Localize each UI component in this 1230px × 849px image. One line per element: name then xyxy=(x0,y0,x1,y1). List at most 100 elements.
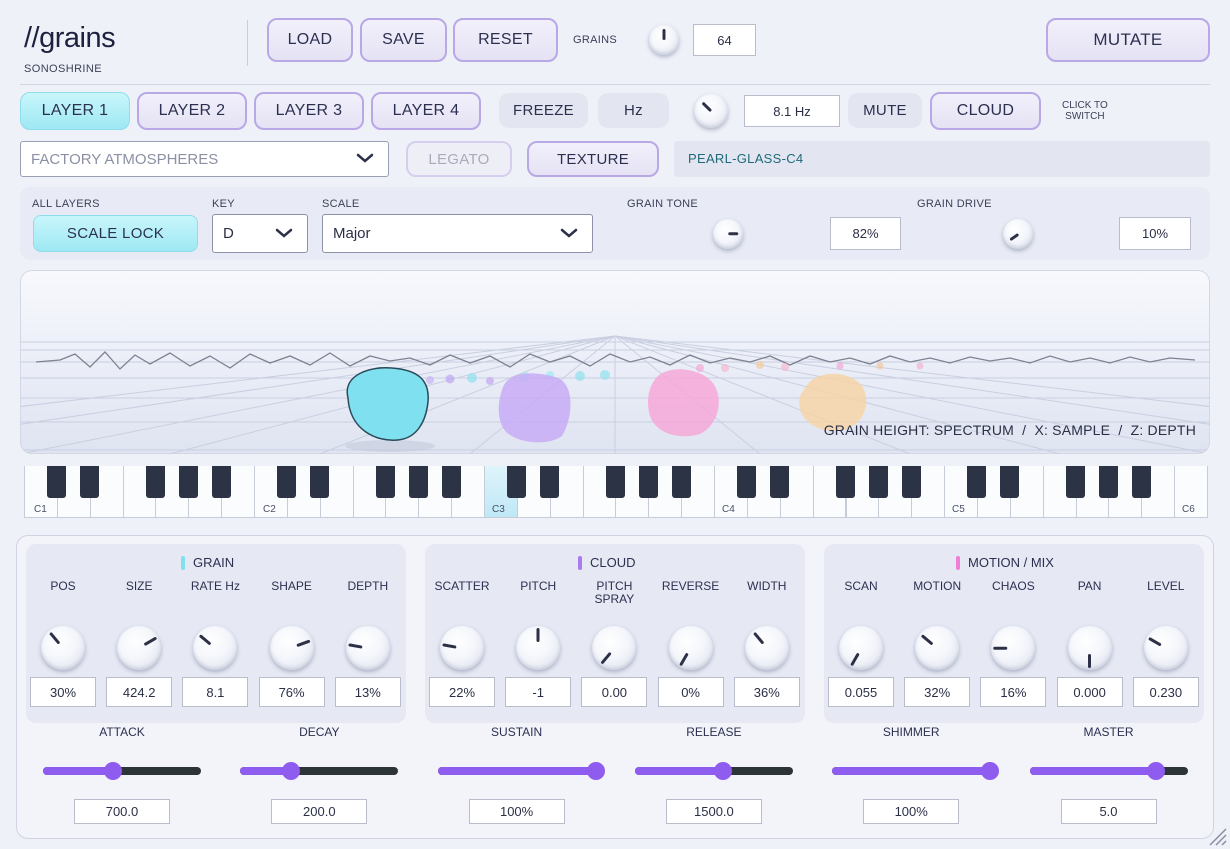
piano-black-key[interactable] xyxy=(80,466,100,498)
texture-button[interactable]: TEXTURE xyxy=(527,141,659,177)
grain-param-knob[interactable] xyxy=(269,626,314,670)
grain-param-label: RATE Hz xyxy=(190,579,240,593)
grain-drive-value[interactable]: 10% xyxy=(1119,217,1191,250)
motion-param-knob[interactable] xyxy=(1067,626,1112,670)
rate-knob[interactable] xyxy=(694,94,728,128)
reset-button[interactable]: RESET xyxy=(453,18,558,62)
slider-track[interactable] xyxy=(437,762,605,780)
slider-track[interactable] xyxy=(43,762,201,780)
grain-param-knob[interactable] xyxy=(117,626,162,670)
motion-param-value[interactable]: 0.055 xyxy=(828,677,894,707)
motion-param-knob[interactable] xyxy=(1143,626,1188,670)
tab-layer-3[interactable]: LAYER 3 xyxy=(254,92,364,130)
slider-value[interactable]: 100% xyxy=(863,799,960,824)
grain-title: GRAIN xyxy=(193,555,235,570)
slider-track[interactable] xyxy=(832,762,1000,780)
piano-black-key[interactable] xyxy=(145,466,165,498)
piano-black-key[interactable] xyxy=(967,466,987,498)
key-dropdown[interactable]: D xyxy=(212,214,308,253)
key-label-c3: C3 xyxy=(492,504,505,515)
slider-value[interactable]: 700.0 xyxy=(74,799,170,824)
cloud-param-knob[interactable] xyxy=(516,626,561,670)
cloud-param-value[interactable]: 22% xyxy=(429,677,495,707)
piano-black-key[interactable] xyxy=(770,466,790,498)
tab-layer-2[interactable]: LAYER 2 xyxy=(137,92,247,130)
scale-dropdown[interactable]: Major xyxy=(322,214,593,253)
piano-black-key[interactable] xyxy=(408,466,428,498)
rate-value[interactable]: 8.1 Hz xyxy=(744,95,840,127)
freeze-button[interactable]: FREEZE xyxy=(499,93,588,128)
motion-param-knob[interactable] xyxy=(839,626,883,670)
grains-knob[interactable] xyxy=(649,25,679,55)
slider-track[interactable] xyxy=(1029,762,1188,780)
cloud-param-knob[interactable] xyxy=(440,626,484,670)
preset-bank-dropdown[interactable]: FACTORY ATMOSPHERES xyxy=(20,141,389,177)
motion-param-value[interactable]: 16% xyxy=(980,677,1047,707)
cloud-param-knob[interactable] xyxy=(668,626,713,670)
cloud-param-value[interactable]: -1 xyxy=(505,677,572,707)
tab-layer-4[interactable]: LAYER 4 xyxy=(371,92,481,130)
cloud-button[interactable]: CLOUD xyxy=(930,92,1041,130)
scale-lock-button[interactable]: SCALE LOCK xyxy=(33,215,198,252)
motion-param-value[interactable]: 0.230 xyxy=(1132,677,1199,707)
grain-visualizer[interactable]: GRAIN HEIGHT: SPECTRUM / X: SAMPLE / Z: … xyxy=(20,270,1210,454)
load-button[interactable]: LOAD xyxy=(267,18,353,62)
grains-value[interactable]: 64 xyxy=(693,24,756,56)
piano-black-key[interactable] xyxy=(1000,466,1020,498)
piano-black-key[interactable] xyxy=(1066,466,1086,498)
slider-track[interactable] xyxy=(240,762,399,780)
piano-black-key[interactable] xyxy=(671,466,691,498)
cloud-param-knob[interactable] xyxy=(744,626,789,670)
slider-thumb[interactable] xyxy=(1146,762,1165,780)
grain-drive-knob[interactable] xyxy=(1003,219,1033,249)
grain-param-value[interactable]: 30% xyxy=(30,677,96,707)
slider-thumb[interactable] xyxy=(281,762,300,780)
piano-black-key[interactable] xyxy=(178,466,198,498)
grain-param-value[interactable]: 13% xyxy=(334,677,401,707)
grain-param-knob[interactable] xyxy=(41,626,85,670)
cloud-param-value[interactable]: 0.00 xyxy=(581,677,648,707)
cloud-param-value[interactable]: 36% xyxy=(733,677,800,707)
piano-black-key[interactable] xyxy=(1098,466,1118,498)
piano-black-key[interactable] xyxy=(47,466,67,498)
tab-layer-1[interactable]: LAYER 1 xyxy=(20,92,130,130)
piano-black-key[interactable] xyxy=(1131,466,1151,498)
piano-black-key[interactable] xyxy=(737,466,757,498)
piano-black-key[interactable] xyxy=(638,466,658,498)
piano-black-key[interactable] xyxy=(441,466,461,498)
grain-param-value[interactable]: 76% xyxy=(258,677,325,707)
hz-button[interactable]: Hz xyxy=(598,93,669,128)
slider-track[interactable] xyxy=(634,762,793,780)
mute-button[interactable]: MUTE xyxy=(848,93,922,128)
motion-param-knob[interactable] xyxy=(915,626,960,670)
piano-black-key[interactable] xyxy=(836,466,855,498)
legato-button[interactable]: LEGATO xyxy=(406,141,512,177)
slider-thumb[interactable] xyxy=(586,762,605,780)
cloud-param-value[interactable]: 0% xyxy=(657,677,724,707)
piano-black-key[interactable] xyxy=(507,466,527,498)
piano-black-key[interactable] xyxy=(605,466,625,498)
piano-black-key[interactable] xyxy=(868,466,888,498)
piano-black-key[interactable] xyxy=(277,466,297,498)
grain-tone-value[interactable]: 82% xyxy=(830,217,901,250)
slider-value[interactable]: 200.0 xyxy=(271,799,368,824)
grain-param-knob[interactable] xyxy=(345,626,390,670)
resize-grip-icon[interactable] xyxy=(1204,823,1228,847)
mutate-button[interactable]: MUTATE xyxy=(1046,18,1210,62)
slider-value[interactable]: 1500.0 xyxy=(665,799,762,824)
save-button[interactable]: SAVE xyxy=(360,18,447,62)
piano-black-key[interactable] xyxy=(540,466,560,498)
motion-param-value[interactable]: 32% xyxy=(904,677,971,707)
slider-value[interactable]: 5.0 xyxy=(1060,799,1157,824)
piano-black-key[interactable] xyxy=(211,466,231,498)
motion-param-value[interactable]: 0.000 xyxy=(1056,677,1123,707)
grain-param-value[interactable]: 8.1 xyxy=(182,677,249,707)
grain-tone-knob[interactable] xyxy=(713,219,743,249)
grain-param-value[interactable]: 424.2 xyxy=(106,677,173,707)
piano-black-key[interactable] xyxy=(310,466,330,498)
piano-black-key[interactable] xyxy=(901,466,921,498)
slider-value[interactable]: 100% xyxy=(468,799,565,824)
piano-black-key[interactable] xyxy=(375,466,395,498)
preset-name-field[interactable]: PEARL-GLASS-C4 xyxy=(674,141,1210,177)
slider-thumb[interactable] xyxy=(103,762,122,780)
